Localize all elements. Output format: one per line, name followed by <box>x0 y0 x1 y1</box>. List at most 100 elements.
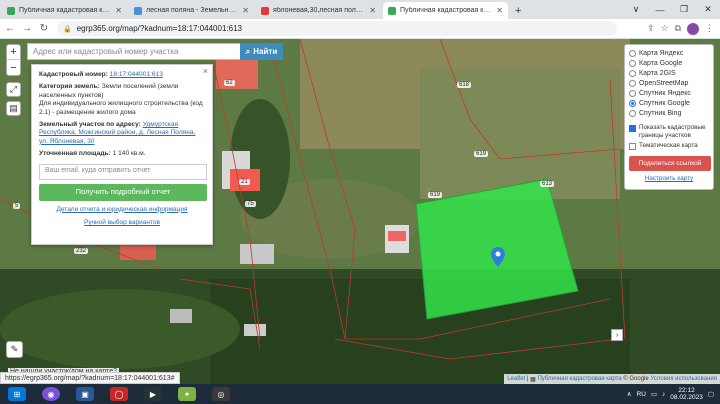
terms-link[interactable]: Условия использования <box>650 376 717 382</box>
language-indicator[interactable]: RU <box>637 391 646 398</box>
close-tab-icon[interactable]: ✕ <box>242 6 249 15</box>
parcel-label: 618 <box>457 82 472 88</box>
layer-option-2gis[interactable]: Карта 2GIS <box>629 68 709 78</box>
parcel-label: 5 <box>13 203 21 209</box>
radio-button-selected[interactable] <box>629 99 636 107</box>
maximize-icon[interactable]: ❐ <box>672 4 696 15</box>
close-tab-icon[interactable]: ✕ <box>369 6 376 15</box>
map-marker-icon[interactable] <box>491 247 505 267</box>
find-button[interactable]: ⌕ Найти <box>240 43 283 60</box>
system-tray: ∧ RU ▭ ♪ 22:12 08.02.2023 ▢ <box>627 387 714 402</box>
notifications-icon[interactable]: ▢ <box>708 390 714 398</box>
file-explorer-icon[interactable]: ▣ <box>76 387 94 401</box>
layer-option-google-satellite[interactable]: Спутник Google <box>629 98 709 108</box>
checkbox[interactable] <box>629 143 636 150</box>
close-tab-icon[interactable]: ✕ <box>496 6 503 15</box>
tray-chevron-icon[interactable]: ∧ <box>627 390 632 398</box>
radio-button[interactable] <box>629 49 636 57</box>
draw-pencil-icon[interactable]: ✎ <box>6 341 23 358</box>
tab-label: яблоневая,30,лесная поляна к... <box>273 7 366 14</box>
permitted-use-value: Для индивидуального жилищного строительс… <box>39 100 203 116</box>
fullscreen-icon[interactable]: ⤢ <box>6 82 21 97</box>
address-label: Земельный участок по адресу: <box>39 121 141 129</box>
map-settings-link[interactable]: Настроить карту <box>629 175 709 182</box>
radio-button[interactable] <box>629 69 636 77</box>
start-menu-icon[interactable]: ⊞ <box>8 387 26 401</box>
print-icon[interactable]: ▤ <box>6 101 21 116</box>
profile-avatar[interactable]: З <box>687 22 699 35</box>
find-button-label: Найти <box>253 47 278 56</box>
map-favicon-icon <box>388 6 396 15</box>
radio-button[interactable] <box>629 59 636 67</box>
share-link-button[interactable]: Поделиться ссылкой <box>629 156 711 171</box>
manual-choice-link[interactable]: Ручной выбор вариантов <box>39 219 205 227</box>
game-app-icon[interactable]: ✦ <box>178 387 196 401</box>
cadastral-number-label: Кадастровый номер: <box>39 71 108 78</box>
cadastral-number-link[interactable]: 18:17:044001:613 <box>110 71 163 78</box>
url-text: egrp365.org/map/?kadnum=18:17:044001:613 <box>76 24 242 33</box>
tab-label: Публичная кадастровая карта <box>400 7 493 14</box>
layer-label: Карта 2GIS <box>639 69 676 77</box>
leaflet-link[interactable]: Leaflet <box>507 376 525 382</box>
pkk-link[interactable]: Публичная кадастровая карта <box>537 376 621 382</box>
layer-option-yandex-map[interactable]: Карта Яндекс <box>629 48 709 58</box>
parcel-label: 232 <box>74 248 89 254</box>
tab-lesnaya-polyana[interactable]: лесная поляна - Земельные уч... ✕ <box>129 2 254 19</box>
tab-search-icon[interactable]: ∨ <box>624 4 648 15</box>
yandex-browser-icon[interactable]: ◯ <box>110 387 128 401</box>
report-details-link[interactable]: Детали отчета и юридическая информация <box>39 206 205 214</box>
thematic-map-option[interactable]: Тематическая карта <box>629 142 709 150</box>
share-icon[interactable]: ⇪ <box>647 23 655 34</box>
checkbox-checked[interactable] <box>629 125 636 132</box>
tab-cadastral-map-1[interactable]: Публичная кадастровая карта ✕ <box>2 2 127 19</box>
status-bar-url: https://egrp365.org/map/?kadnum=18:17:04… <box>0 372 180 384</box>
layer-option-google-map[interactable]: Карта Google <box>629 58 709 68</box>
attribution-flag-icon: ▦ <box>530 376 536 383</box>
tab-label: Публичная кадастровая карта <box>19 7 112 14</box>
email-field[interactable]: Ваш email, куда отправить отчет <box>39 163 207 180</box>
new-tab-button[interactable]: + <box>510 2 526 19</box>
clock[interactable]: 22:12 08.02.2023 <box>670 387 703 402</box>
get-report-button[interactable]: Получить подробный отчет <box>39 183 207 201</box>
close-tab-icon[interactable]: ✕ <box>115 6 122 15</box>
checkbox-label: Тематическая карта <box>639 142 698 149</box>
parcel-label: 619 <box>428 192 443 198</box>
media-player-icon[interactable]: ▶ <box>144 387 162 401</box>
chrome-icon[interactable]: ◎ <box>212 387 230 401</box>
browser-tab-bar: Публичная кадастровая карта ✕ лесная пол… <box>0 0 720 19</box>
address-search-input[interactable]: Адрес или кадастровый номер участка <box>27 43 241 60</box>
forward-icon[interactable]: → <box>20 22 34 36</box>
radio-button[interactable] <box>629 109 636 117</box>
layer-option-bing-satellite[interactable]: Спутник Bing <box>629 108 709 118</box>
volume-icon[interactable]: ♪ <box>662 391 665 398</box>
url-bar[interactable]: 🔒 egrp365.org/map/?kadnum=18:17:044001:6… <box>57 21 617 36</box>
close-icon[interactable]: × <box>203 66 208 75</box>
extensions-icon[interactable]: ⧉ <box>675 23 681 34</box>
show-borders-option[interactable]: Показать кадастровые границы участков <box>629 124 709 139</box>
radio-button[interactable] <box>629 89 636 97</box>
reload-icon[interactable]: ↻ <box>37 22 51 36</box>
alice-assistant-icon[interactable]: ◉ <box>42 387 60 401</box>
minimize-icon[interactable]: — <box>648 5 672 15</box>
layer-label: Карта Яндекс <box>639 49 684 57</box>
menu-kebab-icon[interactable]: ⋮ <box>705 23 714 34</box>
tab-cadastral-map-active[interactable]: Публичная кадастровая карта ✕ <box>383 2 508 19</box>
layer-option-yandex-satellite[interactable]: Спутник Яндекс <box>629 88 709 98</box>
layer-option-osm[interactable]: OpenStreetMap <box>629 78 709 88</box>
layer-switcher: Карта Яндекс Карта Google Карта 2GIS Ope… <box>624 44 714 190</box>
close-window-icon[interactable]: ✕ <box>696 4 720 15</box>
collapse-arrow-icon[interactable]: › <box>611 329 623 341</box>
lock-icon[interactable]: 🔒 <box>63 25 72 33</box>
back-icon[interactable]: ← <box>3 22 17 36</box>
network-icon[interactable]: ▭ <box>651 390 657 398</box>
zoom-out-button[interactable]: − <box>7 60 20 75</box>
checkbox-label: Показать кадастровые границы участков <box>639 124 706 139</box>
bookmark-star-icon[interactable]: ☆ <box>660 23 668 34</box>
os-taskbar: ⊞ ◉ ▣ ◯ ▶ ✦ ◎ ∧ RU ▭ ♪ 22:12 08.02.2023 … <box>0 384 720 404</box>
yandex-favicon-icon <box>261 6 269 15</box>
zoom-in-button[interactable]: + <box>7 45 20 60</box>
area-label: Уточненная площадь: <box>39 150 111 158</box>
radio-button[interactable] <box>629 79 636 87</box>
tab-yablonevaya[interactable]: яблоневая,30,лесная поляна к... ✕ <box>256 2 381 19</box>
toolbar-right: ⇪ ☆ ⧉ З ⋮ <box>647 22 714 35</box>
